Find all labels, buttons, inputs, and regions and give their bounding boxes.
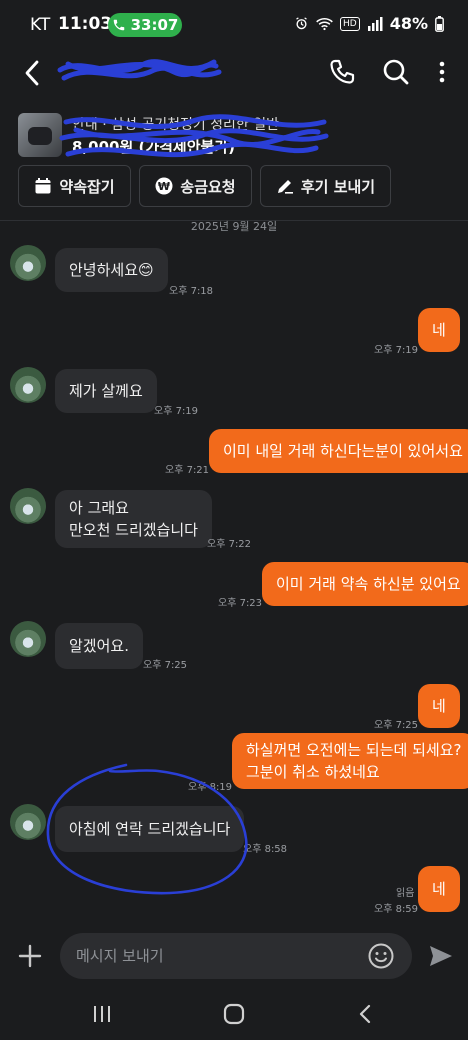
sender-avatar[interactable]: [10, 621, 46, 657]
message-time: 오후 7:23: [218, 598, 263, 609]
hd-voice-icon: HD: [340, 16, 360, 31]
emoji-icon[interactable]: [368, 943, 394, 969]
pencil-icon: [277, 180, 293, 194]
signal-icon: [367, 16, 383, 31]
message-time: 오후 7:22: [207, 539, 252, 550]
chat-header: [0, 48, 468, 98]
appointment-label: 약속잡기: [59, 177, 115, 196]
status-clock: 11:03: [58, 14, 113, 34]
nav-back-icon[interactable]: [354, 1002, 378, 1026]
message-time: 오후 7:25: [374, 720, 419, 731]
message-bubble-outgoing: 네: [418, 308, 460, 352]
recent-apps-icon[interactable]: [90, 1002, 114, 1026]
message-time: 오후 7:18: [169, 286, 214, 297]
status-icons: HD 48%: [294, 14, 444, 33]
message-time: 오후 8:58: [243, 844, 288, 855]
sender-avatar[interactable]: [10, 488, 46, 524]
back-arrow-icon[interactable]: [18, 56, 48, 90]
message-time: 오후 7:19: [374, 345, 419, 356]
ongoing-call-pill[interactable]: 33:07: [108, 13, 182, 37]
read-receipt: 읽음: [396, 888, 415, 899]
calendar-icon: [35, 178, 51, 194]
message-line: 그분이 취소 하셨네요: [246, 763, 380, 781]
wifi-icon: [316, 17, 333, 30]
message-time: 오후 8:59: [374, 904, 419, 915]
more-options-icon[interactable]: [428, 56, 456, 88]
send-review-label: 후기 보내기: [300, 177, 376, 196]
plus-icon[interactable]: [16, 942, 44, 970]
message-time: 오후 7:19: [154, 406, 199, 417]
message-composer: [0, 928, 468, 984]
message-bubble-incoming: 안녕하세요😊: [55, 248, 168, 292]
redacted-username-scribble: [57, 59, 222, 81]
sender-avatar[interactable]: [10, 804, 46, 840]
message-time: 오후 7:21: [165, 465, 210, 476]
message-bubble-incoming: 아 그래요 만오천 드리겠습니다: [55, 490, 212, 548]
product-info-bar[interactable]: 안내 · 삼성 공기청정기 정리한 일반 8,000원 (가격제안불가): [0, 108, 468, 162]
appointment-button[interactable]: 약속잡기: [18, 165, 131, 207]
message-time: 오후 8:19: [188, 782, 233, 793]
message-bubble-incoming: 아침에 연락 드리겠습니다: [55, 806, 245, 852]
phone-call-icon: [113, 19, 124, 31]
status-bar: KT 11:03 33:07 HD 48%: [0, 0, 468, 48]
battery-percent: 48%: [389, 14, 428, 33]
message-bubble-outgoing: 네: [418, 866, 460, 912]
money-request-button[interactable]: ₩ 송금요청: [139, 165, 252, 207]
battery-icon: [435, 15, 444, 32]
message-bubble-incoming: 알겠어요.: [55, 623, 143, 669]
message-bubble-outgoing: 하실꺼면 오전에는 되는데 되세요? 그분이 취소 하셨네요: [232, 733, 468, 789]
chat-action-row: 약속잡기 ₩ 송금요청 후기 보내기: [18, 165, 391, 207]
message-line: 하실꺼면 오전에는 되는데 되세요?: [246, 741, 462, 759]
message-input[interactable]: [60, 933, 412, 979]
system-navigation-bar: [0, 990, 468, 1040]
message-bubble-outgoing: 네: [418, 684, 460, 728]
home-icon[interactable]: [222, 1002, 246, 1026]
phone-icon[interactable]: [326, 56, 358, 88]
message-bubble-outgoing: 이미 거래 약속 하신분 있어요: [262, 562, 468, 606]
send-review-button[interactable]: 후기 보내기: [260, 165, 391, 207]
search-icon[interactable]: [380, 56, 412, 88]
message-line: 만오천 드리겠습니다: [69, 521, 198, 539]
message-bubble-incoming: 제가 살께요: [55, 369, 157, 413]
sender-avatar[interactable]: [10, 367, 46, 403]
money-request-label: 송금요청: [180, 177, 236, 196]
redacted-product-scribble: [59, 114, 329, 158]
sender-avatar[interactable]: [10, 245, 46, 281]
message-line: 아 그래요: [69, 499, 129, 517]
send-icon[interactable]: [428, 944, 454, 968]
date-separator: 2025년 9월 24일: [190, 220, 278, 233]
message-bubble-outgoing: 이미 내일 거래 하신다는분이 있어서요: [209, 429, 468, 473]
message-time: 오후 7:25: [143, 660, 188, 671]
carrier-label: KT: [30, 15, 51, 35]
alarm-icon: [296, 17, 307, 30]
svg-text:₩: ₩: [158, 180, 170, 193]
call-duration: 33:07: [130, 16, 179, 34]
won-coin-icon: ₩: [155, 177, 173, 195]
